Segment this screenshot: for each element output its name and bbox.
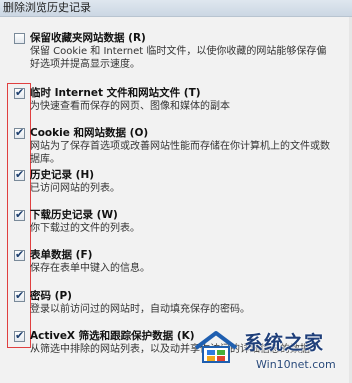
checkbox-download-history[interactable]: ✔ xyxy=(14,208,25,221)
option-title: 表单数据 (F) xyxy=(30,249,93,261)
title-bar[interactable]: 删除浏览历史记录 xyxy=(0,0,352,17)
option-description: 网站为了保存首选项或改善网站性能而存储在你计算机上的文件或数据库。 xyxy=(30,141,330,165)
option-title: 保留收藏夹网站数据 (R) xyxy=(30,32,146,44)
option-title: ActiveX 筛选和跟踪保护数据 (K) xyxy=(30,330,195,342)
option-description: 你下载过的文件的列表。 xyxy=(30,223,140,234)
watermark-url: Win10net.com xyxy=(256,358,336,371)
option-title: 密码 (P) xyxy=(30,290,72,302)
option-description: 登录以前访问过的网站时，自动填充保存的密码。 xyxy=(30,304,250,315)
option-description: 保存在表单中键入的信息。 xyxy=(30,263,150,274)
window-title: 删除浏览历史记录 xyxy=(3,1,91,14)
option-description: 保留 Cookie 和 Internet 临时文件，以使你收藏的网站能够保存偏好… xyxy=(30,46,327,70)
checkbox-activex-tracking[interactable]: ✔ xyxy=(14,329,25,342)
check-mark: ✔ xyxy=(15,208,25,221)
option-title: 临时 Internet 文件和网站文件 (T) xyxy=(30,87,201,99)
option-title: 历史记录 (H) xyxy=(30,169,95,181)
option-description: 为快速查看而保存的网页、图像和媒体的副本 xyxy=(30,101,230,112)
check-mark: ✔ xyxy=(15,86,25,99)
check-mark: ✔ xyxy=(15,329,25,342)
check-mark: ✔ xyxy=(15,126,25,139)
option-title: Cookie 和网站数据 (O) xyxy=(30,127,149,139)
checkbox-passwords[interactable]: ✔ xyxy=(14,289,25,302)
option-description: 已访问网站的列表。 xyxy=(30,183,120,194)
checkbox-preserve-favorites[interactable] xyxy=(14,33,25,44)
house-logo-icon xyxy=(194,331,238,363)
check-mark: ✔ xyxy=(15,248,25,261)
checkbox-form-data[interactable]: ✔ xyxy=(14,248,25,261)
checkbox-temporary-files[interactable]: ✔ xyxy=(14,86,25,99)
watermark-title: 系统之家 xyxy=(244,332,325,354)
watermark: 系统之家 Win10net.com xyxy=(190,322,352,383)
checkbox-cookies[interactable]: ✔ xyxy=(14,126,25,139)
option-title: 下载历史记录 (W) xyxy=(30,209,118,221)
check-mark: ✔ xyxy=(15,168,25,181)
check-mark: ✔ xyxy=(15,289,25,302)
delete-browsing-history-dialog: 删除浏览历史记录 保留收藏夹网站数据 (R) 保留 Cookie 和 Inter… xyxy=(0,0,352,383)
checkbox-history[interactable]: ✔ xyxy=(14,168,25,181)
